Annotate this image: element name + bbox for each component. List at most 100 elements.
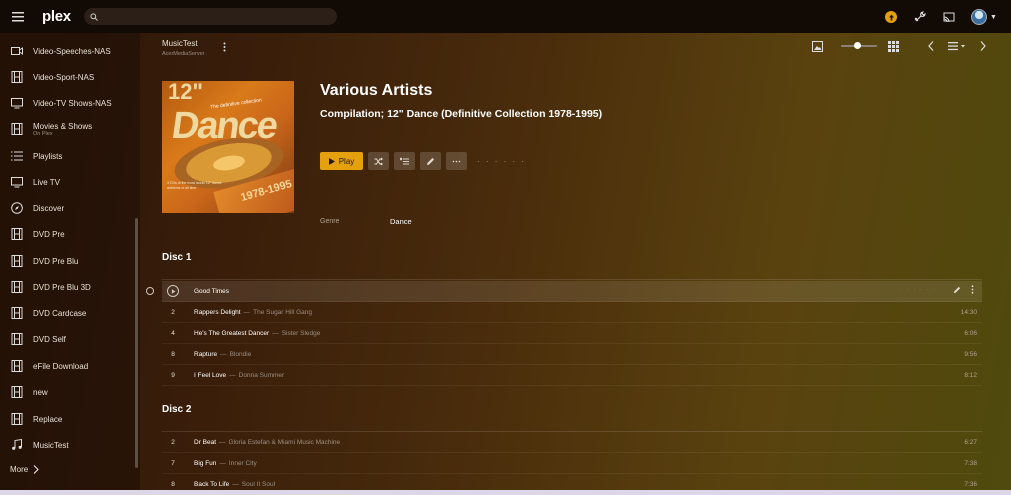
track-row[interactable]: Good Times · · · · · ·: [162, 281, 982, 302]
grid-view-icon[interactable]: [885, 38, 901, 54]
track-row[interactable]: 8 Rapture — Blondie 9:56: [162, 344, 982, 365]
sidebar-item-dvd-pre-blu-3d[interactable]: DVD Pre Blu 3D: [0, 275, 140, 299]
account-menu[interactable]: ▼: [969, 8, 999, 26]
avatar[interactable]: [971, 9, 988, 25]
plex-logo[interactable]: plex: [42, 8, 71, 25]
track-title[interactable]: Good Times: [194, 288, 229, 295]
shuffle-button[interactable]: [368, 152, 389, 170]
main-background: [0, 33, 1011, 495]
track-title[interactable]: He's The Greatest Dancer: [194, 330, 269, 337]
sidebar-item-replace[interactable]: Replace: [0, 407, 140, 431]
track-number: 7: [171, 459, 175, 467]
album-title: Compilation; 12" Dance (Definitive Colle…: [320, 108, 603, 120]
sidebar-item-new[interactable]: new: [0, 380, 140, 404]
track-artist[interactable]: Sister Sledge: [282, 330, 321, 337]
server-name: AcerMediaServer: [162, 51, 205, 57]
track-row[interactable]: 2 Rappers Delight — The Sugar Hill Gang 14:3…: [162, 302, 982, 323]
track-title[interactable]: Dr Beat: [194, 439, 216, 446]
sidebar-item-movies-shows[interactable]: Movies & Shows On Plex: [0, 117, 140, 141]
more-options-button[interactable]: [446, 152, 467, 170]
tv-icon: [9, 174, 25, 190]
sidebar-item-efile-download[interactable]: eFile Download: [0, 354, 140, 378]
sidebar-item-dvd-cardcase[interactable]: DVD Cardcase: [0, 301, 140, 325]
more-label: More: [10, 465, 29, 474]
chevron-right-icon: [33, 465, 40, 474]
sidebar-item-dvd-self[interactable]: DVD Self: [0, 327, 140, 351]
sidebar-item-discover[interactable]: Discover: [0, 196, 140, 220]
shuffle-icon: [374, 157, 383, 165]
pencil-icon[interactable]: [953, 286, 961, 294]
search-icon: [90, 12, 98, 21]
select-radio[interactable]: [146, 287, 154, 295]
upgrade-icon[interactable]: [882, 8, 900, 26]
track-duration: 6:27: [964, 438, 977, 446]
disc-divider: [162, 279, 982, 280]
track-title[interactable]: Rapture: [194, 351, 217, 358]
play-track-icon[interactable]: [167, 285, 179, 297]
album-actions: Play · · · · · ·: [320, 152, 526, 170]
edit-button[interactable]: [420, 152, 441, 170]
zoom-slider[interactable]: [839, 38, 879, 54]
chevron-right-icon[interactable]: [975, 38, 991, 54]
menu-icon[interactable]: [0, 0, 36, 33]
track-number: 4: [171, 329, 175, 337]
sidebar-item-video-tv-shows-nas[interactable]: Video-TV Shows-NAS: [0, 91, 140, 115]
sidebar-item-label: Discover: [33, 203, 65, 213]
sidebar-item-label: Video-Sport-NAS: [33, 72, 95, 82]
track-duration: 7:36: [964, 480, 977, 488]
track-row[interactable]: 9 I Feel Love — Donna Summer 8:12: [162, 365, 982, 386]
track-artist[interactable]: Soul II Soul: [242, 481, 275, 488]
track-row[interactable]: 7 Big Fun — Inner City 7:38: [162, 453, 982, 474]
sidebar-item-dvd-pre[interactable]: DVD Pre: [0, 222, 140, 246]
sidebar-scrollbar[interactable]: [135, 218, 138, 468]
track-title[interactable]: I Feel Love: [194, 372, 226, 379]
sidebar-item-label: DVD Pre Blu: [33, 256, 79, 266]
track-rating-dots[interactable]: · · · · · ·: [900, 287, 937, 293]
chevron-down-icon: ▼: [990, 13, 997, 21]
track-duration: 14:30: [960, 308, 977, 316]
settings-wrench-icon[interactable]: [911, 8, 929, 26]
play-button[interactable]: Play: [320, 152, 363, 170]
track-row[interactable]: 2 Dr Beat — Gloria Estefan & Miami Music Ma…: [162, 432, 982, 453]
sidebar-item-video-sport-nas[interactable]: Video-Sport-NAS: [0, 65, 140, 89]
more-horizontal-icon: [452, 160, 461, 162]
track-artist[interactable]: The Sugar Hill Gang: [253, 309, 312, 316]
film-icon: [9, 69, 25, 85]
cast-icon[interactable]: [940, 8, 958, 26]
track-separator: —: [229, 371, 236, 379]
rating-dots[interactable]: · · · · · ·: [477, 157, 526, 166]
track-artist[interactable]: Blondie: [230, 351, 252, 358]
sidebar-item-label: Playlists: [33, 151, 63, 161]
sidebar-item-playlists[interactable]: Playlists: [0, 144, 140, 168]
track-title[interactable]: Big Fun: [194, 460, 216, 467]
search-bar[interactable]: [84, 8, 337, 25]
sidebar-item-live-tv[interactable]: Live TV: [0, 170, 140, 194]
chevron-left-icon[interactable]: [923, 38, 939, 54]
artist-name[interactable]: Various Artists: [320, 82, 432, 100]
sidebar-more-button[interactable]: More: [10, 465, 40, 474]
track-row[interactable]: 4 He's The Greatest Dancer — Sister Sledge 6…: [162, 323, 982, 344]
track-separator: —: [272, 329, 279, 337]
search-input[interactable]: [102, 11, 322, 22]
sidebar-item-label: Video-TV Shows-NAS: [33, 98, 112, 108]
cover-title: Dance: [169, 105, 280, 147]
library-more-icon[interactable]: [219, 41, 229, 53]
play-label: Play: [338, 156, 355, 166]
track-artist[interactable]: Donna Summer: [239, 372, 285, 379]
zoom-slider-knob[interactable]: [853, 42, 861, 49]
track-artist[interactable]: Gloria Estefan & Miami Music Machine: [229, 439, 341, 446]
track-title[interactable]: Back To Life: [194, 481, 229, 488]
track-artist[interactable]: Inner City: [229, 460, 257, 467]
image-view-icon[interactable]: [809, 38, 825, 54]
library-title[interactable]: MusicTest: [162, 39, 205, 48]
sidebar-item-video-speeches-nas[interactable]: Video-Speeches-NAS: [0, 39, 140, 63]
sidebar-item-dvd-pre-blu[interactable]: DVD Pre Blu: [0, 249, 140, 273]
top-bar: plex ▼: [0, 0, 1011, 33]
album-cover[interactable]: 12" Dance The definitive collection 1978…: [162, 81, 294, 213]
list-options-icon[interactable]: [945, 38, 969, 54]
sidebar-item-musictest[interactable]: MusicTest: [0, 433, 140, 457]
genre-value[interactable]: Dance: [390, 217, 412, 226]
more-vertical-icon[interactable]: [971, 285, 974, 294]
add-to-queue-button[interactable]: [394, 152, 415, 170]
track-title[interactable]: Rappers Delight: [194, 309, 241, 316]
